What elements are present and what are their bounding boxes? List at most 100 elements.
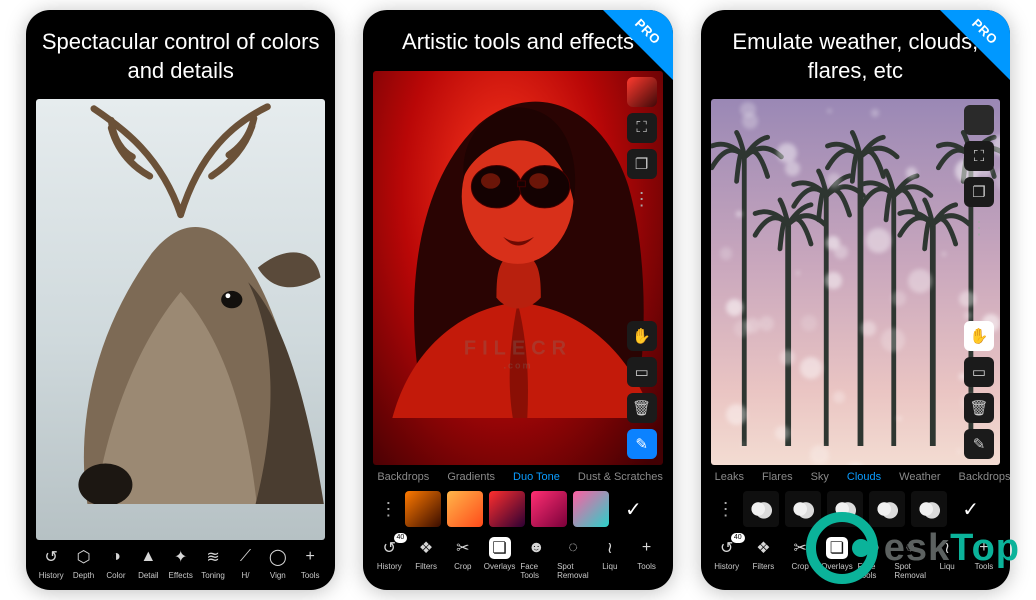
gradient-swatch[interactable] <box>573 491 609 527</box>
brand-logo: eskTop <box>806 512 1020 584</box>
palms-illustration <box>711 99 1000 465</box>
tool-label: Color <box>106 571 125 580</box>
gradient-swatch[interactable] <box>447 491 483 527</box>
rail-button[interactable]: ⋮ <box>964 213 994 243</box>
tool-face-tools[interactable]: ☻Face Tools <box>520 537 552 580</box>
rail-button[interactable]: 🗑 <box>627 393 657 423</box>
tool-history[interactable]: ↺History <box>36 546 66 580</box>
tool-icon: ❏ <box>489 537 511 559</box>
rail-button[interactable]: 🗑 <box>964 393 994 423</box>
tool-tools[interactable]: + Tools <box>631 537 663 580</box>
tool-label: Crop <box>454 562 471 571</box>
chip-flares[interactable]: Flares <box>762 471 793 483</box>
tool-label: Tools <box>301 571 320 580</box>
rail-button[interactable]: ⛶ <box>964 141 994 171</box>
side-rail-bottom: ✋ ▭ 🗑 ✎ <box>627 321 657 459</box>
side-rail-bottom: ✋ ▭ 🗑 ✎ <box>964 321 994 459</box>
rail-button[interactable]: ⛶ <box>627 113 657 143</box>
rail-button[interactable]: ✋ <box>964 321 994 351</box>
tool-label: H/ <box>241 571 249 580</box>
gradient-swatch[interactable] <box>405 491 441 527</box>
tool-icon: ⬡ <box>73 546 95 568</box>
rail-button[interactable]: ❐ <box>627 149 657 179</box>
tool-icon: ≋ <box>202 546 224 568</box>
rail-button[interactable]: ▭ <box>627 357 657 387</box>
logo-circle-icon <box>806 512 878 584</box>
tool-h-[interactable]: ⟋ H/ <box>230 546 260 580</box>
rail-button[interactable]: ✎ <box>627 429 657 459</box>
pro-badge: PRO <box>940 10 1010 80</box>
tool-history[interactable]: 40↺History <box>373 537 405 580</box>
toolbar-1: ↺History⬡Depth◑Color ▲ Detail ✦ Effects ≋ Toni… <box>26 540 335 590</box>
more-icon[interactable]: ⋮ <box>377 499 399 520</box>
confirm-button[interactable]: ✓ <box>615 491 651 527</box>
rail-button[interactable]: ✋ <box>627 321 657 351</box>
chip-duo-tone[interactable]: Duo Tone <box>513 471 560 483</box>
tool-liqu[interactable]: ≀ Liqu <box>594 537 626 580</box>
tool-label: Liqu <box>602 562 617 571</box>
rail-button[interactable]: ✎ <box>964 429 994 459</box>
tool-label: Spot Removal <box>557 562 589 580</box>
tool-label: Effects <box>169 571 193 580</box>
tool-icon: + <box>636 537 658 559</box>
chip-dust-scratches[interactable]: Dust & Scratches <box>578 471 663 483</box>
tool-overlays[interactable]: ❏Overlays <box>484 537 516 580</box>
tool-label: Tools <box>637 562 656 571</box>
tool-icon: ✦ <box>170 546 192 568</box>
tool-icon: ▲ <box>137 546 159 568</box>
tool-detail[interactable]: ▲ Detail <box>133 546 163 580</box>
more-icon[interactable]: ⋮ <box>715 499 737 520</box>
tool-icon: + <box>299 546 321 568</box>
rail-button[interactable]: ❐ <box>964 177 994 207</box>
tool-icon: ≀ <box>599 537 621 559</box>
rail-button[interactable] <box>627 77 657 107</box>
tool-icon: ◯ <box>267 546 289 568</box>
tool-icon: ❖ <box>752 537 774 559</box>
rail-button[interactable] <box>964 105 994 135</box>
category-chips: Leaks Flares Sky Clouds Weather Backdrops <box>701 465 1010 487</box>
tool-tools[interactable]: + Tools <box>295 546 325 580</box>
chip-weather[interactable]: Weather <box>899 471 940 483</box>
chip-sky[interactable]: Sky <box>811 471 829 483</box>
tool-spot-removal[interactable]: ◌ Spot Removal <box>557 537 589 580</box>
tool-color[interactable]: ◑Color <box>101 546 131 580</box>
side-rail-top: ⛶ ❐ ⋮ <box>627 77 657 215</box>
gradient-swatch[interactable] <box>531 491 567 527</box>
screenshot-3: PRO Emulate weather, clouds, flares, etc… <box>701 10 1010 590</box>
tool-history[interactable]: 40↺History <box>711 537 743 580</box>
gradient-swatch[interactable] <box>489 491 525 527</box>
tool-label: Filters <box>753 562 775 571</box>
cloud-thumb[interactable] <box>743 491 779 527</box>
tool-icon: ◌ <box>562 537 584 559</box>
tool-label: History <box>377 562 402 571</box>
tool-filters[interactable]: ❖ Filters <box>747 537 779 580</box>
chip-gradients[interactable]: Gradients <box>447 471 495 483</box>
logo-text: eskTop <box>884 527 1020 570</box>
tool-icon: ↺ <box>40 546 62 568</box>
screenshot-2: PRO Artistic tools and effects <box>363 10 672 590</box>
canvas-palms: ⛶ ❐ ⋮ ✋ ▭ 🗑 ✎ <box>711 99 1000 465</box>
tool-icon: ⟋ <box>234 546 256 568</box>
tool-crop[interactable]: ✂Crop <box>447 537 479 580</box>
rail-button[interactable]: ⋮ <box>627 185 657 215</box>
rail-button[interactable]: ▭ <box>964 357 994 387</box>
tool-toning[interactable]: ≋ Toning <box>198 546 228 580</box>
tool-depth[interactable]: ⬡Depth <box>68 546 98 580</box>
chip-backdrops[interactable]: Backdrops <box>959 471 1010 483</box>
tool-label: Vign <box>270 571 286 580</box>
chip-backdrops[interactable]: Backdrops <box>377 471 429 483</box>
side-rail-top: ⛶ ❐ ⋮ <box>964 105 994 243</box>
canvas-woman: ⛶ ❐ ⋮ ✋ ▭ 🗑 ✎ <box>373 71 662 465</box>
category-chips: Backdrops Gradients Duo Tone Dust & Scratch… <box>363 465 672 487</box>
canvas-deer <box>36 99 325 540</box>
tool-effects[interactable]: ✦ Effects <box>166 546 196 580</box>
chip-clouds[interactable]: Clouds <box>847 471 881 483</box>
swatch-strip: ⋮✓ <box>363 487 672 531</box>
tool-filters[interactable]: ❖Filters <box>410 537 442 580</box>
tool-label: Filters <box>415 562 437 571</box>
screenshot-1: Spectacular control of colors and detail… <box>26 10 335 590</box>
tool-label: Toning <box>201 571 225 580</box>
chip-leaks[interactable]: Leaks <box>715 471 744 483</box>
tool-vign[interactable]: ◯ Vign <box>263 546 293 580</box>
tool-label: Detail <box>138 571 158 580</box>
